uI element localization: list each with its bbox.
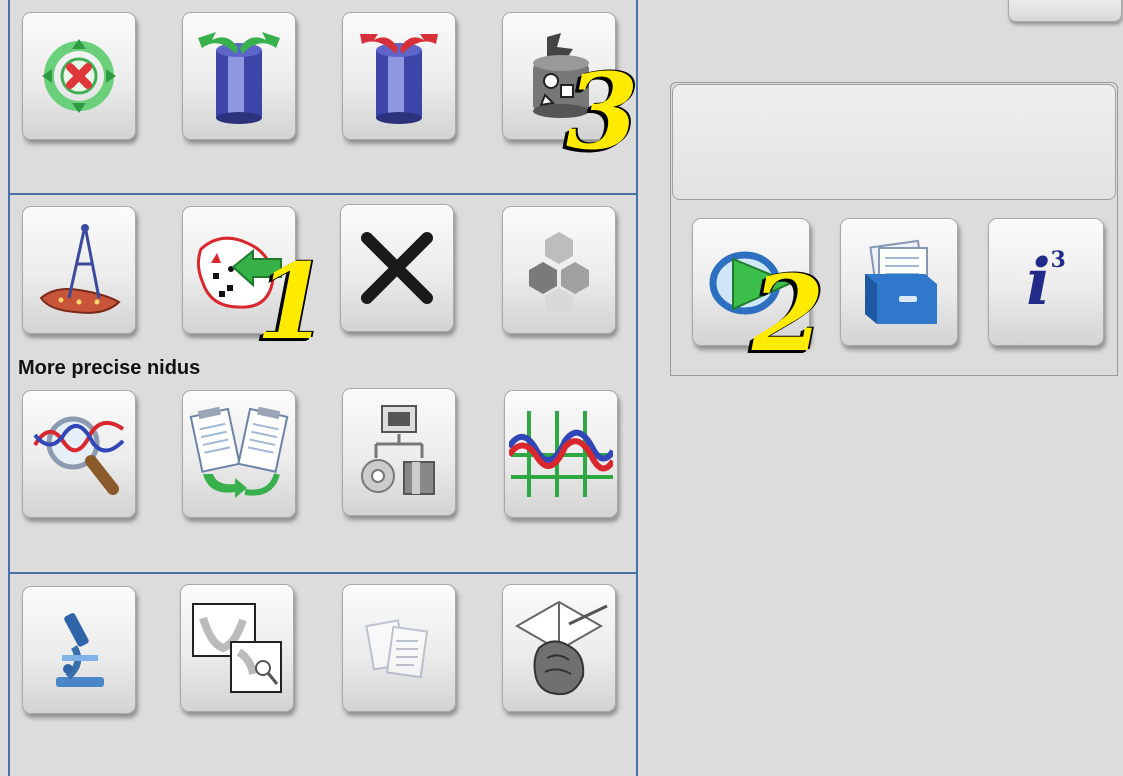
heart-slices-button[interactable] xyxy=(502,584,616,712)
waveform-magnifier-icon xyxy=(33,416,125,495)
image-compare-icon xyxy=(192,603,282,693)
close-button[interactable] xyxy=(340,204,454,332)
section-divider-2 xyxy=(8,572,638,574)
close-x-icon xyxy=(361,232,433,304)
microscope-button[interactable] xyxy=(22,586,136,714)
callout-2: 2 xyxy=(752,252,825,375)
image-compare-button[interactable] xyxy=(180,584,294,712)
cylinder-red-arrows-icon xyxy=(360,34,438,124)
section-label: More precise nidus xyxy=(18,357,201,379)
waveform-grid-button[interactable] xyxy=(504,390,618,518)
info-icon-superscript: 3 xyxy=(1050,247,1066,273)
info-icon-letter: i xyxy=(1026,244,1051,320)
export-workflow-button[interactable] xyxy=(342,388,456,516)
info-i3-icon: i 3 xyxy=(989,219,1103,345)
clipboard-notes-button[interactable] xyxy=(342,584,456,712)
hexagon-cluster-button[interactable] xyxy=(502,206,616,334)
info-button[interactable]: i 3 xyxy=(988,218,1104,346)
target-arrows-button[interactable] xyxy=(22,12,136,140)
section-divider-1 xyxy=(8,193,638,195)
clipboard-notes-icon xyxy=(365,619,429,679)
hexagon-cluster-icon xyxy=(529,232,589,312)
heart-slices-icon xyxy=(514,600,608,696)
export-workflow-icon xyxy=(361,405,435,495)
cylinder-red-arrows-button[interactable] xyxy=(342,12,456,140)
compass-measure-icon xyxy=(39,224,121,314)
callout-3: 3 xyxy=(566,50,639,173)
waveform-grid-icon xyxy=(509,411,613,497)
cylinder-green-arrows-button[interactable] xyxy=(182,12,296,140)
document-swap-button[interactable] xyxy=(182,390,296,518)
callout-1: 1 xyxy=(256,240,329,363)
target-arrows-icon xyxy=(42,39,116,113)
waveform-magnifier-button[interactable] xyxy=(22,390,136,518)
top-corner-button[interactable] xyxy=(1008,0,1122,22)
document-swap-icon xyxy=(189,406,289,498)
cylinder-green-arrows-icon xyxy=(198,32,280,124)
file-box-icon xyxy=(865,239,937,324)
microscope-icon xyxy=(56,613,104,687)
file-box-button[interactable] xyxy=(840,218,958,346)
compass-measure-button[interactable] xyxy=(22,206,136,334)
right-display-field xyxy=(672,84,1116,200)
